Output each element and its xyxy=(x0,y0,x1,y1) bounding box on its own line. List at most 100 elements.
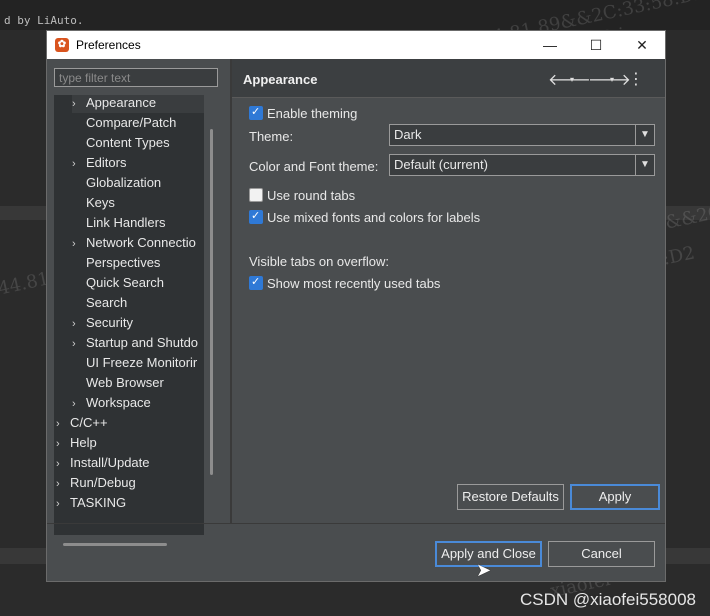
cancel-button[interactable]: Cancel xyxy=(548,541,655,567)
tree-item-editors[interactable]: › Editors xyxy=(72,153,204,173)
tree-item-ui-freeze-monitorir[interactable]: UI Freeze Monitorir xyxy=(72,353,204,373)
tree-item-install-update[interactable]: › Install/Update xyxy=(56,453,204,473)
tree-item-run-debug[interactable]: › Run/Debug xyxy=(56,473,204,493)
tree-item-workspace[interactable]: › Workspace xyxy=(72,393,204,413)
tree-item-label: TASKING xyxy=(70,495,127,510)
show-recent-tabs-checkbox[interactable]: Show most recently used tabs xyxy=(249,274,441,292)
window-title: Preferences xyxy=(76,38,141,52)
chevron-down-icon[interactable]: ▼ xyxy=(635,125,654,145)
page-content: Enable theming Theme: Dark ▼ Color and F… xyxy=(232,98,665,523)
tree-item-label: Security xyxy=(86,315,133,330)
color-font-theme-value: Default (current) xyxy=(394,157,488,172)
enable-theming-label: Enable theming xyxy=(267,106,358,121)
ide-status-text: d by LiAuto. xyxy=(4,14,84,27)
app-icon: ✿ xyxy=(55,38,69,52)
tree-item-tasking[interactable]: › TASKING xyxy=(56,493,204,513)
tree-item-label: Search xyxy=(86,295,128,310)
tree-item-c-c-[interactable]: › C/C++ xyxy=(56,413,204,433)
tree-item-keys[interactable]: Keys xyxy=(72,193,204,213)
tree-item-globalization[interactable]: Globalization xyxy=(72,173,204,193)
preferences-nav-pane: type filter text › Appearance Compare/Patc… xyxy=(47,59,229,546)
mouse-cursor-icon: ➤ xyxy=(476,560,492,581)
tree-item-help[interactable]: › Help xyxy=(56,433,204,453)
chevron-right-icon[interactable]: › xyxy=(56,454,70,474)
chevron-right-icon[interactable]: › xyxy=(56,474,70,494)
tree-item-label: C/C++ xyxy=(70,415,108,430)
tree-item-security[interactable]: › Security xyxy=(72,313,204,333)
color-font-theme-label: Color and Font theme: xyxy=(249,159,379,174)
chevron-right-icon[interactable]: › xyxy=(56,494,70,514)
mixed-fonts-check-icon[interactable] xyxy=(249,208,263,224)
tree-scroll-thumb[interactable] xyxy=(210,129,213,475)
chevron-right-icon[interactable]: › xyxy=(56,414,70,434)
chevron-right-icon[interactable]: › xyxy=(72,314,86,334)
tree-item-quick-search[interactable]: Quick Search xyxy=(72,273,204,293)
enable-theming-check-icon[interactable] xyxy=(249,104,263,120)
chevron-right-icon[interactable]: › xyxy=(72,334,86,354)
close-button[interactable]: ✕ xyxy=(619,31,665,59)
forward-dropdown-icon[interactable]: ▾ xyxy=(610,75,614,84)
tree-vertical-scrollbar[interactable] xyxy=(206,95,220,535)
tree-item-network-connectio[interactable]: › Network Connectio xyxy=(72,233,204,253)
chevron-down-icon[interactable]: ▼ xyxy=(635,155,654,175)
tree-item-link-handlers[interactable]: Link Handlers xyxy=(72,213,204,233)
chevron-right-icon[interactable]: › xyxy=(72,394,86,414)
ide-top-band xyxy=(0,0,710,30)
enable-theming-checkbox[interactable]: Enable theming xyxy=(249,104,358,122)
tree-item-label: Content Types xyxy=(86,135,170,150)
tree-item-label: Network Connectio xyxy=(86,235,196,250)
tree-item-compare-patch[interactable]: Compare/Patch xyxy=(72,113,204,133)
tree-item-search[interactable]: Search xyxy=(72,293,204,313)
show-recent-check-icon[interactable] xyxy=(249,274,263,290)
mixed-fonts-label: Use mixed fonts and colors for labels xyxy=(267,210,481,225)
title-bar[interactable]: ✿ Preferences — ☐ ✕ xyxy=(47,31,665,59)
tree-item-label: Run/Debug xyxy=(70,475,136,490)
tree-item-label: Editors xyxy=(86,155,127,170)
preference-page: Appearance 🡐 ▾ 🡒 ▾ ⋮ Enable theming Them… xyxy=(232,59,665,523)
round-tabs-label: Use round tabs xyxy=(267,188,356,203)
tree-item-label: Startup and Shutdo xyxy=(86,335,199,350)
page-header: Appearance 🡐 ▾ 🡒 ▾ ⋮ xyxy=(232,59,665,98)
tree-item-label: Workspace xyxy=(86,395,151,410)
theme-select[interactable]: Dark ▼ xyxy=(389,124,655,146)
csdn-watermark: CSDN @xiaofei558008 xyxy=(519,590,696,609)
theme-label: Theme: xyxy=(249,129,294,144)
tree-item-label: Web Browser xyxy=(86,375,164,390)
preferences-tree[interactable]: › Appearance Compare/Patch Content Types › Ed… xyxy=(54,95,204,535)
chevron-right-icon[interactable]: › xyxy=(72,234,86,254)
tree-item-label: Keys xyxy=(86,195,115,210)
color-font-theme-select[interactable]: Default (current) ▼ xyxy=(389,154,655,176)
page-title: Appearance xyxy=(243,72,318,87)
chevron-right-icon[interactable]: › xyxy=(72,95,86,114)
maximize-button[interactable]: ☐ xyxy=(573,31,619,59)
apply-button[interactable]: Apply xyxy=(570,484,660,510)
tree-item-content-types[interactable]: Content Types xyxy=(72,133,204,153)
tree-item-label: Help xyxy=(70,435,97,450)
tree-item-label: Compare/Patch xyxy=(86,115,177,130)
footer-separator xyxy=(47,523,665,524)
tree-item-label: Perspectives xyxy=(86,255,161,270)
visible-tabs-label: Visible tabs on overflow: xyxy=(249,254,389,269)
tree-item-perspectives[interactable]: Perspectives xyxy=(72,253,204,273)
tree-item-startup-and-shutdo[interactable]: › Startup and Shutdo xyxy=(72,333,204,353)
chevron-right-icon[interactable]: › xyxy=(56,434,70,454)
tree-item-appearance[interactable]: › Appearance xyxy=(72,95,204,113)
restore-defaults-button[interactable]: Restore Defaults xyxy=(457,484,564,510)
minimize-button[interactable]: — xyxy=(527,31,573,59)
round-tabs-checkbox[interactable]: Use round tabs xyxy=(249,188,355,204)
back-dropdown-icon[interactable]: ▾ xyxy=(570,75,574,84)
tree-item-web-browser[interactable]: Web Browser xyxy=(72,373,204,393)
show-recent-label: Show most recently used tabs xyxy=(267,276,441,291)
tree-item-label: Install/Update xyxy=(70,455,150,470)
filter-input[interactable]: type filter text xyxy=(54,68,218,87)
tree-item-label: Link Handlers xyxy=(86,215,166,230)
mixed-fonts-checkbox[interactable]: Use mixed fonts and colors for labels xyxy=(249,208,481,226)
tree-horizontal-scroll-thumb[interactable] xyxy=(63,543,167,546)
round-tabs-check-icon[interactable] xyxy=(249,188,263,202)
view-menu-icon[interactable]: ⋮ xyxy=(628,69,644,88)
tree-item-label: Globalization xyxy=(86,175,162,190)
chevron-right-icon[interactable]: › xyxy=(72,154,86,174)
tree-item-label: Appearance xyxy=(86,95,157,110)
tree-item-label: UI Freeze Monitorir xyxy=(86,355,198,370)
theme-select-value: Dark xyxy=(394,127,422,142)
